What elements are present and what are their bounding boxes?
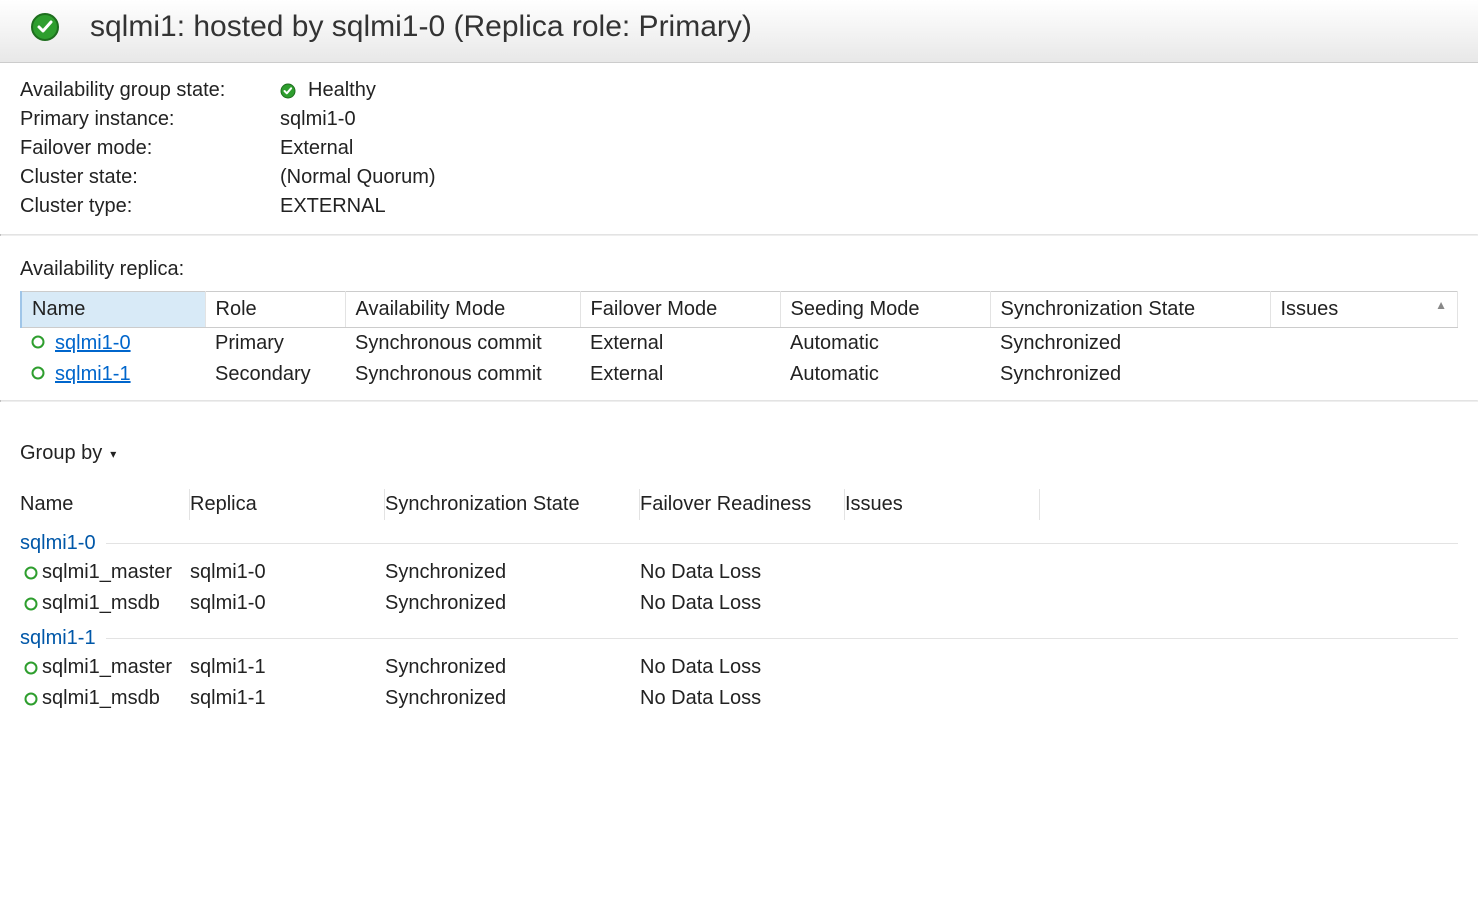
col-header-seeding-mode[interactable]: Seeding Mode [780,292,990,328]
col-header-issues[interactable]: Issues ▲ [1270,292,1458,328]
db-sync-state: Synchronized [385,561,640,584]
db-replica: sqlmi1-1 [190,656,385,679]
label-cluster-state: Cluster state: [20,166,280,189]
page-title: sqlmi1: hosted by sqlmi1-0 (Replica role… [90,10,752,44]
group-header-rule [106,543,1458,544]
replica-issues [1270,328,1458,360]
group-header[interactable]: sqlmi1-1 [20,627,1458,650]
db-failover-readiness: No Data Loss [640,561,845,584]
col-header-db-sync[interactable]: Synchronization State [385,489,640,520]
status-ring-icon [20,597,42,611]
dashboard-header: sqlmi1: hosted by sqlmi1-0 (Replica role… [0,0,1478,63]
col-header-failover-mode[interactable]: Failover Mode [580,292,780,328]
replica-seeding-mode: Automatic [780,359,990,390]
db-sync-state: Synchronized [385,687,640,710]
db-row[interactable]: sqlmi1_msdb sqlmi1-0SynchronizedNo Data L… [20,588,1458,619]
label-failover-mode: Failover mode: [20,137,280,160]
value-primary-instance: sqlmi1-0 [280,108,356,131]
replica-availability-mode: Synchronous commit [345,328,580,360]
col-header-availability-mode[interactable]: Availability Mode [345,292,580,328]
db-replica: sqlmi1-0 [190,561,385,584]
col-header-name[interactable]: Name [21,292,205,328]
replica-section-title: Availability replica: [20,258,1458,281]
col-header-db-issues[interactable]: Issues [845,489,1040,520]
replica-row[interactable]: sqlmi1-1 SecondarySynchronous commitExter… [21,359,1458,390]
db-sync-state: Synchronized [385,592,640,615]
sort-ascending-icon: ▲ [1435,298,1447,312]
group-header[interactable]: sqlmi1-0 [20,532,1458,555]
group-by-label: Group by [20,442,102,465]
db-sync-state: Synchronized [385,656,640,679]
status-ring-icon [31,366,45,380]
db-name: sqlmi1_master [42,656,172,679]
db-name: sqlmi1_master [42,561,172,584]
value-cluster-type: EXTERNAL [280,195,386,218]
replica-role: Secondary [205,359,345,390]
replica-issues [1270,359,1458,390]
db-failover-readiness: No Data Loss [640,687,845,710]
group-header-label: sqlmi1-1 [20,627,96,650]
value-cluster-state: (Normal Quorum) [280,166,436,189]
db-row[interactable]: sqlmi1_master sqlmi1-0SynchronizedNo Data… [20,557,1458,588]
replica-failover-mode: External [580,328,780,360]
value-failover-mode: External [280,137,353,160]
label-primary-instance: Primary instance: [20,108,280,131]
replica-name-link[interactable]: sqlmi1-1 [55,363,131,385]
group-header-rule [106,638,1458,639]
replica-name-link[interactable]: sqlmi1-0 [55,332,131,354]
status-ring-icon [20,566,42,580]
replica-section: Availability replica: Name Role Availabi… [0,236,1478,400]
label-cluster-type: Cluster type: [20,195,280,218]
db-name: sqlmi1_msdb [42,687,160,710]
db-failover-readiness: No Data Loss [640,592,845,615]
label-ag-state: Availability group state: [20,79,280,102]
col-header-db-ready[interactable]: Failover Readiness [640,489,845,520]
db-replica: sqlmi1-1 [190,687,385,710]
status-ok-icon [280,83,296,99]
status-ok-icon [30,12,60,42]
replica-role: Primary [205,328,345,360]
status-ring-icon [20,692,42,706]
db-column-headers: Name Replica Synchronization State Failo… [20,485,1458,524]
replica-sync-state: Synchronized [990,328,1270,360]
replica-failover-mode: External [580,359,780,390]
db-failover-readiness: No Data Loss [640,656,845,679]
db-row[interactable]: sqlmi1_master sqlmi1-1SynchronizedNo Data… [20,652,1458,683]
replica-sync-state: Synchronized [990,359,1270,390]
database-section: Group by ▾ Name Replica Synchronization … [0,402,1478,724]
col-header-sync-state[interactable]: Synchronization State [990,292,1270,328]
status-ring-icon [20,661,42,675]
col-header-db-replica[interactable]: Replica [190,489,385,520]
col-header-db-name[interactable]: Name [20,489,190,520]
db-name: sqlmi1_msdb [42,592,160,615]
summary-section: Availability group state: Healthy Primar… [0,63,1478,234]
replica-seeding-mode: Automatic [780,328,990,360]
col-header-role[interactable]: Role [205,292,345,328]
db-row[interactable]: sqlmi1_msdb sqlmi1-1SynchronizedNo Data L… [20,683,1458,714]
replica-row[interactable]: sqlmi1-0 PrimarySynchronous commitExterna… [21,328,1458,360]
group-header-label: sqlmi1-0 [20,532,96,555]
value-ag-state: Healthy [308,79,376,102]
status-ring-icon [31,335,45,349]
replica-availability-mode: Synchronous commit [345,359,580,390]
chevron-down-icon: ▾ [110,447,116,461]
group-by-dropdown[interactable]: Group by ▾ [20,442,116,465]
replica-table: Name Role Availability Mode Failover Mod… [20,291,1458,390]
db-replica: sqlmi1-0 [190,592,385,615]
